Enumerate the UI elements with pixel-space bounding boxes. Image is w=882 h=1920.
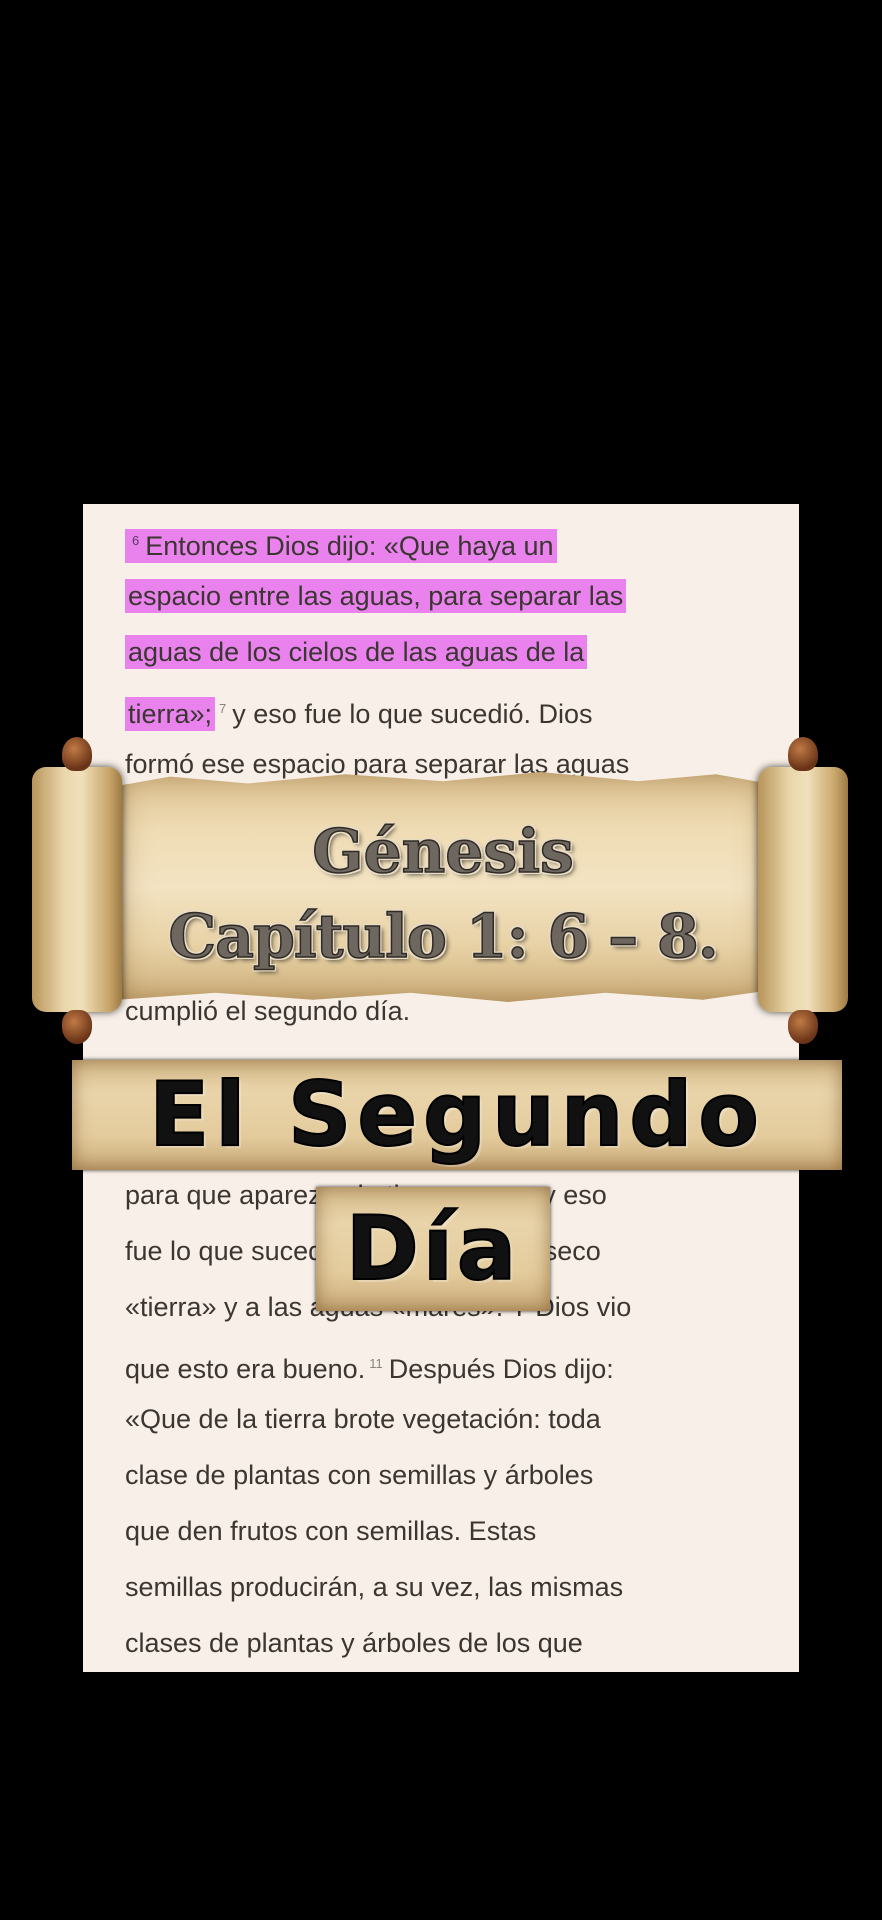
highlighted-text[interactable]: aguas de los cielos de las aguas de la [125,635,588,669]
verse-number: 11 [369,1356,383,1371]
text-line: aguas de los cielos de las aguas de la [125,624,588,681]
overlay-title-line2: Día [345,1196,521,1301]
text-line: que den frutos con semillas. Estas [125,1516,537,1546]
text-line: 6 Entonces Dios dijo: «Que haya un [125,512,557,569]
overlay-title-line1: El Segundo [148,1062,765,1167]
highlighted-text[interactable]: 6 Entonces Dios dijo: «Que haya un [125,529,557,563]
scroll-knob-icon [62,737,92,771]
text-line: espacio entre las aguas, para separar la… [125,568,627,625]
scroll-banner: Génesis Capítulo 1: 6 – 8. [30,712,852,1052]
text-line: semillas producirán, a su vez, las misma… [125,1572,624,1602]
highlighted-text[interactable]: espacio entre las aguas, para separar la… [125,579,627,613]
banner-title: Génesis [311,816,574,888]
text-line: clase de plantas con semillas y árboles [125,1460,594,1490]
verse-number: 6 [132,533,140,548]
scroll-roll-left [32,737,122,1044]
text-line: que esto era bueno. 11 Después Dios dijo: [125,1354,614,1384]
text-line: «Que de la tierra brote vegetación: toda [125,1404,601,1434]
scroll-knob-icon [788,737,818,771]
scroll-roll-right [758,737,848,1044]
scroll-knob-icon [788,1010,818,1044]
scroll-knob-icon [62,1010,92,1044]
text-line: clases de plantas y árboles de los que [125,1628,583,1658]
banner-subtitle: Capítulo 1: 6 – 8. [168,901,720,973]
